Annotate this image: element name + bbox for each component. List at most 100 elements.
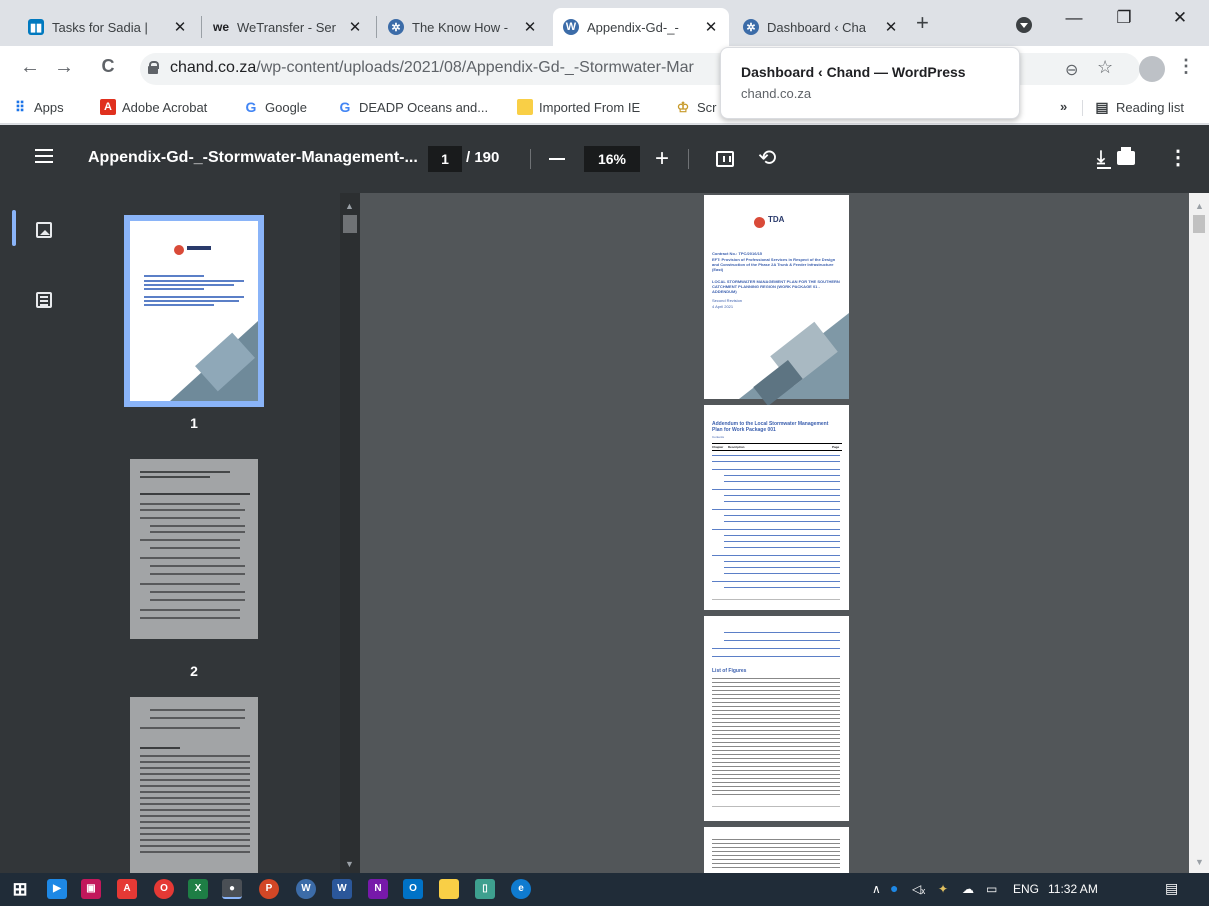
new-tab-icon[interactable]: + xyxy=(916,10,929,36)
sidebar-icons xyxy=(0,193,80,873)
notifications-icon[interactable]: ▤ xyxy=(1165,880,1178,897)
tab-strip: ▮▮ Tasks for Sadia | ✕ we WeTransfer - S… xyxy=(0,0,1209,46)
language-indicator[interactable]: ENG xyxy=(1013,882,1039,896)
close-tab-icon[interactable]: ✕ xyxy=(703,18,719,36)
file-explorer-icon[interactable] xyxy=(439,879,459,899)
tooltip-url: chand.co.za xyxy=(741,86,812,101)
zoom-in-icon[interactable]: + xyxy=(655,145,669,173)
close-tab-icon[interactable]: ✕ xyxy=(347,18,363,36)
pdf-viewer[interactable]: TDA Contract No.: TPC/2016/15 EFT: Provi… xyxy=(360,193,1209,873)
print-icon[interactable] xyxy=(1117,147,1135,165)
wordpress-icon[interactable]: W xyxy=(296,879,316,899)
zoom-icon[interactable]: ⊖ xyxy=(1065,60,1078,80)
bookmark-scr[interactable]: ♔ Scr xyxy=(675,99,717,115)
pdf-tool-icon[interactable]: ▣ xyxy=(81,879,101,899)
outline-icon[interactable] xyxy=(36,292,52,308)
pdf-page-4 xyxy=(704,827,849,873)
restore-icon[interactable]: ❐ xyxy=(1104,8,1144,28)
menu-icon[interactable] xyxy=(35,149,53,163)
pdf-more-icon[interactable]: ⋮ xyxy=(1168,145,1188,170)
media-player-icon[interactable]: ▶ xyxy=(47,879,67,899)
reading-list-button[interactable]: ▤ Reading list xyxy=(1094,99,1184,115)
scroll-up-icon[interactable]: ▲ xyxy=(1195,201,1204,211)
chrome-icon[interactable]: ● xyxy=(222,879,242,899)
reading-list-icon: ▤ xyxy=(1095,98,1109,115)
close-window-icon[interactable]: ✕ xyxy=(1160,8,1200,28)
show-hidden-icons[interactable]: ∧ xyxy=(872,882,881,896)
tab-search-icon[interactable] xyxy=(1016,17,1032,33)
fit-page-icon[interactable] xyxy=(716,151,734,167)
tab-title: Tasks for Sadia | xyxy=(52,19,148,35)
reload-icon[interactable]: C xyxy=(96,56,120,77)
scroll-up-icon[interactable]: ▲ xyxy=(345,201,354,211)
page-number-input[interactable]: 1 xyxy=(428,146,462,172)
scrollbar-thumb[interactable] xyxy=(343,215,357,233)
folder-icon xyxy=(517,99,533,115)
tab-dashboard[interactable]: ✲ Dashboard ‹ Cha ✕ xyxy=(733,8,909,46)
more-bookmarks-icon[interactable]: » xyxy=(1060,99,1067,114)
profile-avatar[interactable] xyxy=(1139,56,1165,82)
edge-icon[interactable]: e xyxy=(511,879,531,899)
bookmarks-separator xyxy=(1082,100,1083,116)
page-header: Page xyxy=(832,445,840,449)
tab-title: The Know How - xyxy=(412,19,509,35)
word-icon[interactable]: W xyxy=(332,879,352,899)
volume-muted-icon[interactable]: ◁ₓ xyxy=(912,882,925,896)
thumbnail-image xyxy=(130,221,258,401)
bookmark-label: DEADP Oceans and... xyxy=(359,99,489,115)
apps-grid-icon: ⠿ xyxy=(14,98,26,115)
thumbnail-page-3[interactable] xyxy=(130,697,270,873)
scroll-down-icon[interactable]: ▼ xyxy=(345,859,354,869)
minimize-icon[interactable]: — xyxy=(1054,8,1094,28)
zoom-level-input[interactable]: 16% xyxy=(584,146,640,172)
bookmark-apps[interactable]: ⠿ Apps xyxy=(12,99,64,115)
logo-text: TDA xyxy=(768,215,785,224)
security-icon[interactable]: ● xyxy=(890,880,898,896)
back-icon[interactable]: ← xyxy=(18,56,42,79)
thumbnail-page-2[interactable] xyxy=(130,459,270,639)
chapter-header: Chapter xyxy=(712,445,724,449)
outlook-icon[interactable]: O xyxy=(403,879,423,899)
bookmark-acrobat[interactable]: A Adobe Acrobat xyxy=(100,99,207,115)
bookmark-imported[interactable]: Imported From IE xyxy=(517,99,640,115)
windows-start-icon[interactable]: ⊞ xyxy=(10,879,30,899)
rotate-icon[interactable]: ⟲ xyxy=(758,145,776,171)
onedrive-icon[interactable]: ☁ xyxy=(962,882,974,896)
opera-icon[interactable]: O xyxy=(154,879,174,899)
reading-list-label: Reading list xyxy=(1116,99,1184,115)
acrobat-icon[interactable]: A xyxy=(117,879,137,899)
thumbnail-page-1[interactable] xyxy=(124,215,264,407)
bookmarks-bar: ⠿ Apps A Adobe Acrobat G Google G DEADP … xyxy=(0,92,1209,124)
app-tray-icon[interactable]: ✦ xyxy=(938,882,948,896)
zoom-out-icon[interactable] xyxy=(549,158,565,160)
close-tab-icon[interactable]: ✕ xyxy=(172,18,188,36)
bookmark-deadp[interactable]: G DEADP Oceans and... xyxy=(337,99,489,115)
excel-icon[interactable]: X xyxy=(188,879,208,899)
sidebar-scrollbar[interactable]: ▲ ▼ xyxy=(340,193,360,873)
tab-tasks[interactable]: ▮▮ Tasks for Sadia | ✕ xyxy=(18,8,198,46)
close-tab-icon[interactable]: ✕ xyxy=(883,18,899,36)
powerpoint-icon[interactable]: P xyxy=(259,879,279,899)
bookmark-google[interactable]: G Google xyxy=(243,99,307,115)
notes-icon[interactable]: ▯ xyxy=(475,879,495,899)
close-tab-icon[interactable]: ✕ xyxy=(522,18,538,36)
toolbar-separator xyxy=(688,149,689,169)
bookmark-star-icon[interactable]: ☆ xyxy=(1097,57,1113,78)
download-icon[interactable]: ⤓ xyxy=(1097,147,1111,169)
pdf-sidebar: 1 2 ▲ ▼ xyxy=(0,193,360,873)
forward-icon[interactable]: → xyxy=(52,56,76,79)
thumbnails-icon[interactable] xyxy=(12,210,52,246)
tab-appendix[interactable]: W Appendix-Gd-_- ✕ xyxy=(553,8,729,46)
pdf-title: Appendix-Gd-_-Stormwater-Management-... xyxy=(88,149,418,166)
network-icon[interactable]: ▭ xyxy=(986,882,997,896)
clock[interactable]: 11:32 AM xyxy=(1048,882,1098,896)
scroll-down-icon[interactable]: ▼ xyxy=(1195,857,1204,867)
thumbnail-image xyxy=(130,697,258,873)
tab-wetransfer[interactable]: we WeTransfer - Ser ✕ xyxy=(203,8,373,46)
tab-knowhow[interactable]: ✲ The Know How - ✕ xyxy=(378,8,548,46)
browser-menu-icon[interactable]: ⋮ xyxy=(1177,56,1195,77)
main-scrollbar[interactable]: ▲ ▼ xyxy=(1189,193,1209,873)
scrollbar-thumb[interactable] xyxy=(1193,215,1205,233)
onenote-icon[interactable]: N xyxy=(368,879,388,899)
url-text: chand.co.za/wp-content/uploads/2021/08/A… xyxy=(170,59,694,76)
